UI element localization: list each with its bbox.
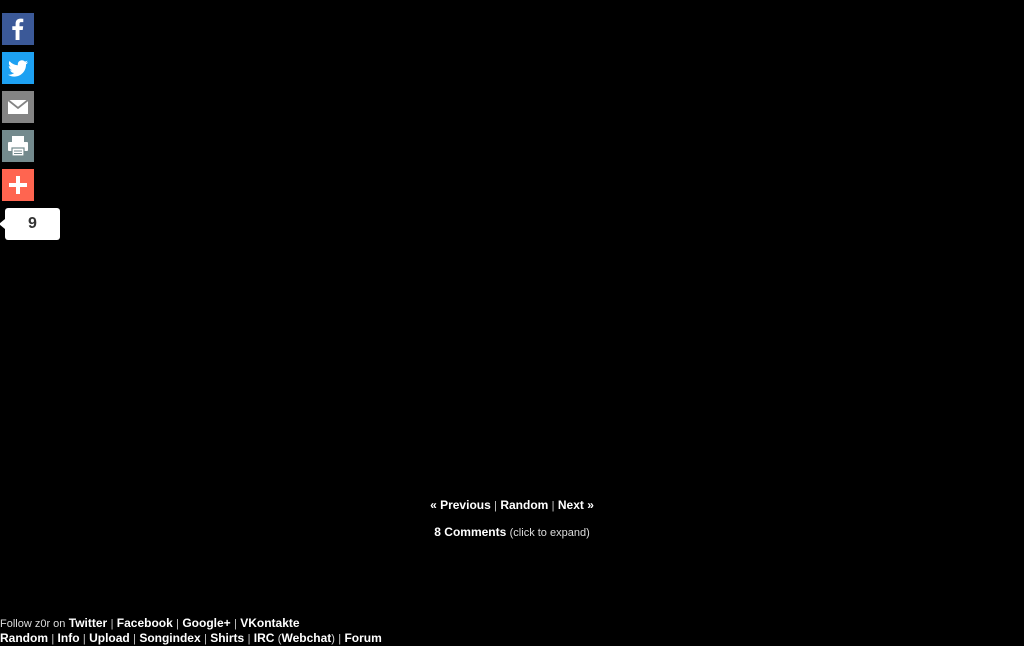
site-links-line: Random | Info | Upload | Songindex | Shi…: [0, 631, 382, 646]
footer-separator: |: [133, 633, 136, 645]
vkontakte-link[interactable]: VKontakte: [240, 616, 299, 630]
follow-text: Follow z0r on: [0, 618, 66, 630]
plus-icon: [2, 169, 34, 201]
footer-separator: |: [338, 633, 342, 645]
footer-random-link[interactable]: Random: [0, 631, 48, 645]
footer-separator: |: [82, 633, 86, 645]
footer-separator: |: [51, 633, 55, 645]
email-share-button[interactable]: [2, 91, 34, 123]
footer-separator: |: [234, 618, 237, 630]
close-paren: ): [331, 633, 335, 645]
upload-link[interactable]: Upload: [89, 631, 130, 645]
webchat-link[interactable]: Webchat: [281, 631, 331, 645]
footer-separator: |: [204, 633, 207, 645]
footer-separator: |: [176, 618, 179, 630]
forum-link[interactable]: Forum: [344, 631, 381, 645]
twitter-link[interactable]: Twitter: [69, 616, 107, 630]
songindex-link[interactable]: Songindex: [139, 631, 200, 645]
google-plus-link[interactable]: Google+: [182, 616, 230, 630]
print-icon: [2, 130, 34, 162]
shirts-link[interactable]: Shirts: [210, 631, 244, 645]
follow-line: Follow z0r on Twitter | Facebook | Googl…: [0, 616, 382, 631]
previous-link[interactable]: « Previous: [430, 498, 491, 512]
facebook-share-button[interactable]: [2, 13, 34, 45]
facebook-icon: [2, 13, 34, 45]
more-share-button[interactable]: [2, 169, 34, 201]
facebook-link[interactable]: Facebook: [117, 616, 173, 630]
twitter-share-button[interactable]: [2, 52, 34, 84]
share-toolbar: [2, 13, 34, 208]
info-link[interactable]: Info: [58, 631, 80, 645]
comments-hint: (click to expand): [509, 527, 590, 539]
comments-toggle[interactable]: 8 Comments (click to expand): [0, 524, 1024, 541]
next-link[interactable]: Next »: [558, 498, 594, 512]
footer-separator: |: [247, 633, 251, 645]
comments-count-link[interactable]: 8 Comments: [434, 525, 506, 539]
nav-separator: |: [551, 500, 555, 512]
pagination-nav: « Previous | Random | Next »: [0, 497, 1024, 514]
twitter-icon: [2, 52, 34, 84]
share-count-badge: 9: [0, 208, 60, 240]
footer-separator: |: [110, 618, 114, 630]
print-share-button[interactable]: [2, 130, 34, 162]
random-link[interactable]: Random: [500, 498, 548, 512]
footer: Follow z0r on Twitter | Facebook | Googl…: [0, 616, 382, 646]
nav-separator: |: [494, 500, 497, 512]
email-icon: [2, 91, 34, 123]
irc-link[interactable]: IRC: [254, 631, 275, 645]
